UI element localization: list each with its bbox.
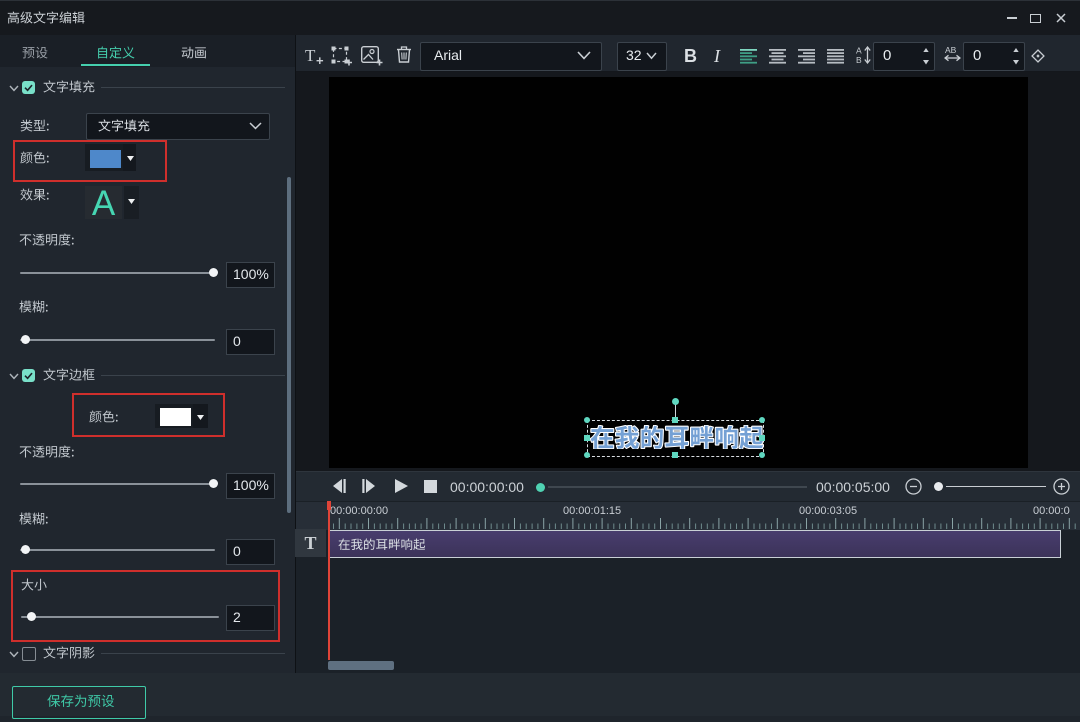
svg-text:B: B xyxy=(856,55,862,64)
svg-text:AB: AB xyxy=(945,45,957,55)
